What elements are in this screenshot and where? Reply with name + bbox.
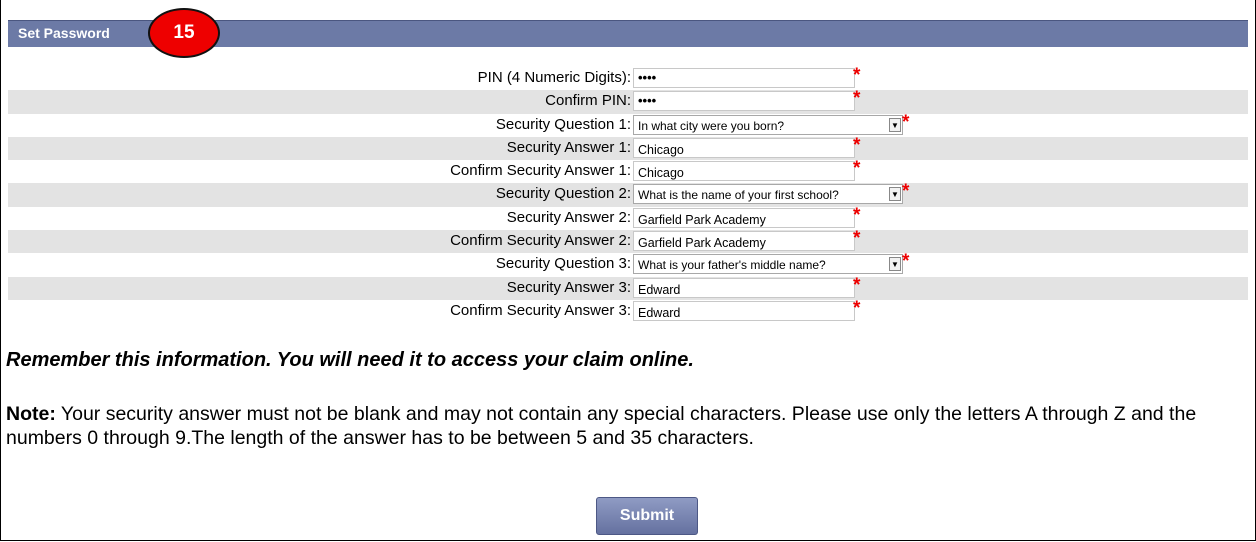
security-question-2-label: Security Question 2: [495,185,631,203]
note-paragraph: Note: Your security answer must not be b… [6,402,1252,450]
required-marker: * [902,111,910,133]
required-marker: * [853,88,861,110]
security-question-3-label: Security Question 3: [495,255,631,273]
pin-input[interactable]: •••• [633,68,855,88]
required-marker: * [902,251,910,273]
pin-label: PIN (4 Numeric Digits): [477,69,631,86]
security-answer-2-input[interactable]: Garfield Park Academy [633,207,855,228]
required-marker: * [853,158,861,180]
chevron-down-icon[interactable]: ▼ [889,257,901,272]
confirm-pin-input[interactable]: •••• [633,91,855,112]
security-question-1-label: Security Question 1: [495,115,631,133]
chevron-down-icon[interactable]: ▼ [889,187,901,202]
form-row-security-answer-2: Security Answer 2: Garfield Park Academy… [8,204,1248,230]
security-question-2-value: What is the name of your first school? [638,188,839,203]
security-answer-3-input[interactable]: Edward [633,277,855,298]
security-question-3-value: What is your father's middle name? [638,258,826,273]
step-badge: 15 [148,8,220,58]
required-marker: * [853,204,861,226]
security-answer-1-label: Security Answer 1: [506,138,631,156]
section-title: Set Password [18,25,110,41]
security-form: PIN (4 Numeric Digits): •••• * Confirm P… [8,65,1248,323]
confirm-security-answer-3-label: Confirm Security Answer 3: [450,301,631,319]
security-answer-1-input[interactable]: Chicago [633,137,855,158]
form-row-pin: PIN (4 Numeric Digits): •••• * [8,65,1248,90]
reminder-text: Remember this information. You will need… [6,349,694,371]
required-marker: * [902,181,910,203]
required-marker: * [853,228,861,250]
confirm-security-answer-1-label: Confirm Security Answer 1: [450,162,631,180]
required-marker: * [853,65,861,86]
security-question-3-select[interactable]: What is your father's middle name? ▼ [633,254,903,275]
security-answer-3-label: Security Answer 3: [506,278,631,296]
form-row-confirm-security-answer-2: Confirm Security Answer 2: Garfield Park… [8,228,1248,254]
confirm-security-answer-2-label: Confirm Security Answer 2: [450,232,631,250]
confirm-security-answer-1-input[interactable]: Chicago [633,161,855,182]
security-question-1-value: In what city were you born? [638,118,785,133]
required-marker: * [853,134,861,156]
confirm-pin-label: Confirm PIN: [545,92,631,110]
submit-button[interactable]: Submit [596,497,698,535]
form-row-confirm-security-answer-1: Confirm Security Answer 1: Chicago * [8,158,1248,183]
form-row-security-question-3: Security Question 3: What is your father… [8,251,1248,276]
form-row-confirm-security-answer-3: Confirm Security Answer 3: Edward * [8,297,1248,323]
required-marker: * [853,297,861,319]
security-answer-2-label: Security Answer 2: [506,208,631,226]
confirm-security-answer-2-input[interactable]: Garfield Park Academy [633,231,855,252]
chevron-down-icon[interactable]: ▼ [889,117,901,132]
form-row-security-answer-3: Security Answer 3: Edward * [8,274,1248,300]
confirm-security-answer-3-input[interactable]: Edward [633,300,855,321]
form-row-security-question-2: Security Question 2: What is the name of… [8,181,1248,207]
note-text: Your security answer must not be blank a… [6,403,1197,449]
security-question-2-select[interactable]: What is the name of your first school? ▼ [633,184,903,205]
required-marker: * [853,274,861,296]
security-question-1-select[interactable]: In what city were you born? ▼ [633,114,903,135]
form-row-confirm-pin: Confirm PIN: •••• * [8,88,1248,114]
form-row-security-question-1: Security Question 1: In what city were y… [8,111,1248,137]
form-row-security-answer-1: Security Answer 1: Chicago * [8,134,1248,161]
note-label: Note: [6,403,56,425]
